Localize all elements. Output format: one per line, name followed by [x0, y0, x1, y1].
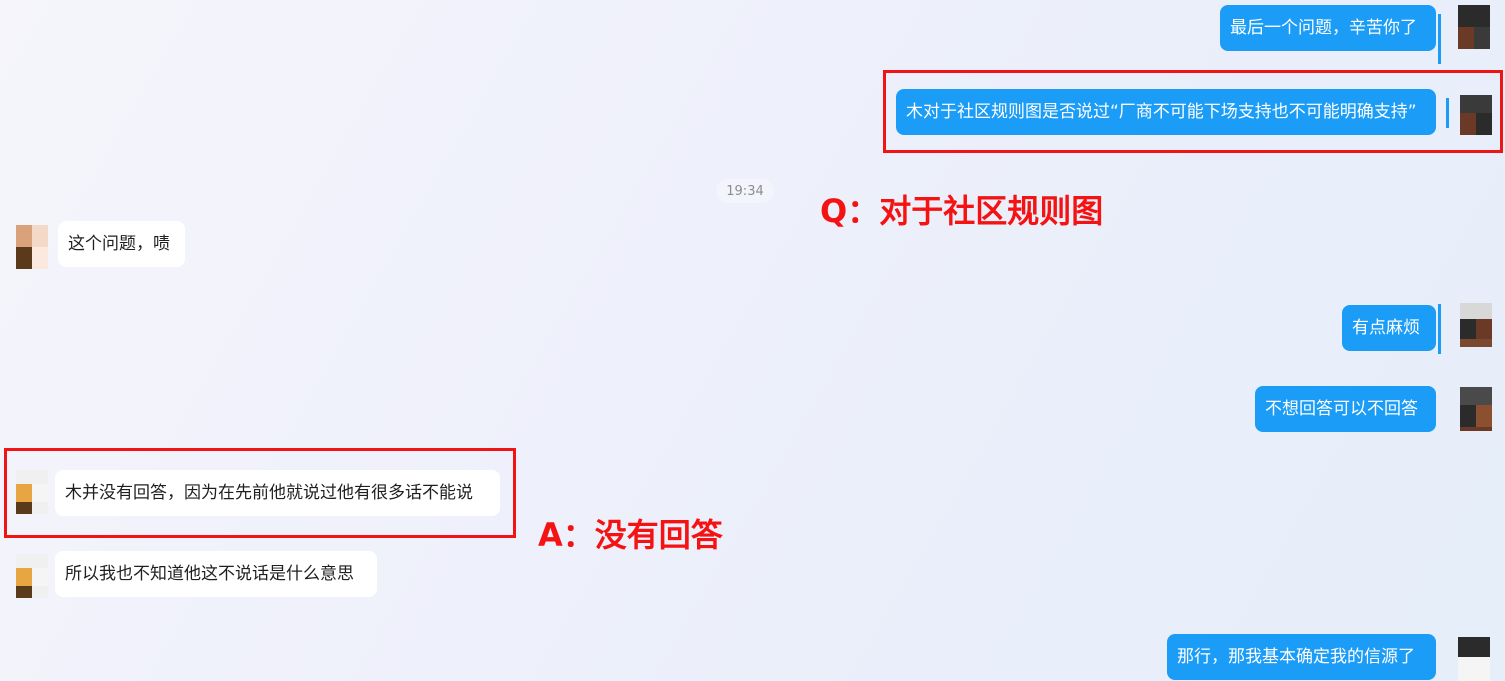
annotation-answer: A：没有回答 — [538, 516, 723, 554]
annotation-question: Q：对于社区规则图 — [820, 192, 1104, 230]
chat-message-outgoing[interactable]: 那行，那我基本确定我的信源了 — [1167, 634, 1436, 680]
chat-message-incoming[interactable]: 所以我也不知道他这不说话是什么意思 — [55, 551, 377, 597]
avatar[interactable] — [1458, 637, 1490, 681]
highlight-box-question — [883, 70, 1503, 153]
avatar[interactable] — [16, 554, 48, 598]
avatar[interactable] — [1458, 5, 1490, 49]
bubble-edge — [1438, 304, 1441, 354]
message-timestamp: 19:34 — [716, 179, 774, 203]
chat-message-incoming[interactable]: 这个问题，啧 — [58, 221, 185, 267]
chat-message-outgoing[interactable]: 有点麻烦 — [1342, 305, 1436, 351]
avatar[interactable] — [1460, 387, 1492, 431]
chat-message-outgoing[interactable]: 不想回答可以不回答 — [1255, 386, 1436, 432]
avatar[interactable] — [1460, 303, 1492, 347]
bubble-edge — [1438, 14, 1441, 64]
chat-message-outgoing[interactable]: 最后一个问题，辛苦你了 — [1220, 5, 1436, 51]
highlight-box-answer — [4, 448, 516, 538]
avatar[interactable] — [16, 225, 48, 269]
